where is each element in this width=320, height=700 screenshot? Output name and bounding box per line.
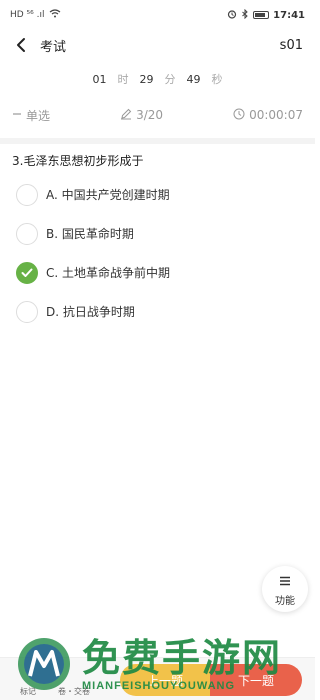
question-text: 3.毛泽东思想初步形成于 (12, 154, 144, 168)
alarm-icon (227, 9, 237, 22)
function-button[interactable]: 功能 (262, 566, 308, 612)
radio-b[interactable] (16, 222, 38, 245)
countdown-minutes: 29 (139, 72, 154, 86)
option-d-label: D. 抗日战争时期 (46, 305, 135, 319)
option-c-label: C. 土地革命战争前中期 (46, 266, 171, 280)
question-type: 单选 (12, 107, 50, 124)
user-id: s01 (279, 37, 303, 53)
option-d[interactable]: D. 抗日战争时期 (16, 292, 301, 331)
option-b[interactable]: B. 国民革命时期 (16, 214, 301, 253)
status-left: HD ⁵⁶ .ıl (10, 9, 61, 21)
bluetooth-icon (241, 8, 249, 22)
question-progress: 3/20 (120, 108, 163, 123)
pencil-icon (120, 108, 132, 123)
countdown-seconds: 49 (186, 72, 201, 86)
next-question-button[interactable]: 下一题 (210, 664, 302, 696)
status-right: 17:41 (227, 8, 305, 22)
radio-a[interactable] (16, 183, 38, 206)
bottom-bar: 标记 卷・交卷 上一题 下一题 (0, 657, 315, 700)
option-c[interactable]: C. 土地革命战争前中期 (16, 253, 301, 292)
question-type-label: 单选 (26, 108, 51, 123)
option-a[interactable]: A. 中国共产党创建时期 (16, 175, 301, 214)
countdown-timer: 01 时 29 分 49 秒 (0, 70, 315, 88)
function-button-label: 功能 (275, 596, 295, 607)
radio-c-selected[interactable] (16, 261, 38, 284)
dash-icon (12, 108, 22, 122)
answer-options: A. 中国共产党创建时期 B. 国民革命时期 C. 土地革命战争前中期 D. 抗… (16, 175, 301, 331)
elapsed-time: 00:00:07 (233, 108, 303, 123)
elapsed-time-label: 00:00:07 (249, 108, 303, 122)
countdown-hours-unit: 时 (117, 73, 129, 86)
clock-icon (233, 108, 245, 123)
submit-button[interactable]: 卷・交卷 (58, 686, 90, 697)
section-divider (0, 138, 315, 144)
page-title: 考试 (40, 39, 67, 55)
option-b-label: B. 国民革命时期 (46, 227, 134, 241)
countdown-hours: 01 (92, 72, 107, 86)
question-info-row: 单选 3/20 00:00:07 (0, 105, 315, 125)
radio-d[interactable] (16, 300, 38, 323)
countdown-seconds-unit: 秒 (211, 73, 223, 86)
prev-question-button[interactable]: 上一题 (120, 664, 210, 696)
signal-icon: HD ⁵⁶ .ıl (10, 10, 45, 20)
back-arrow-icon[interactable] (12, 36, 30, 54)
status-time: 17:41 (273, 9, 305, 21)
option-a-label: A. 中国共产党创建时期 (46, 188, 170, 202)
question-progress-label: 3/20 (136, 108, 164, 122)
battery-icon (253, 11, 270, 19)
mark-button[interactable]: 标记 (20, 686, 36, 697)
menu-icon (279, 571, 291, 590)
header: 考试 s01 (0, 30, 315, 60)
status-bar: HD ⁵⁶ .ıl 17:41 (0, 0, 315, 30)
countdown-minutes-unit: 分 (164, 73, 176, 86)
check-icon (21, 268, 33, 277)
wifi-icon (49, 9, 61, 21)
